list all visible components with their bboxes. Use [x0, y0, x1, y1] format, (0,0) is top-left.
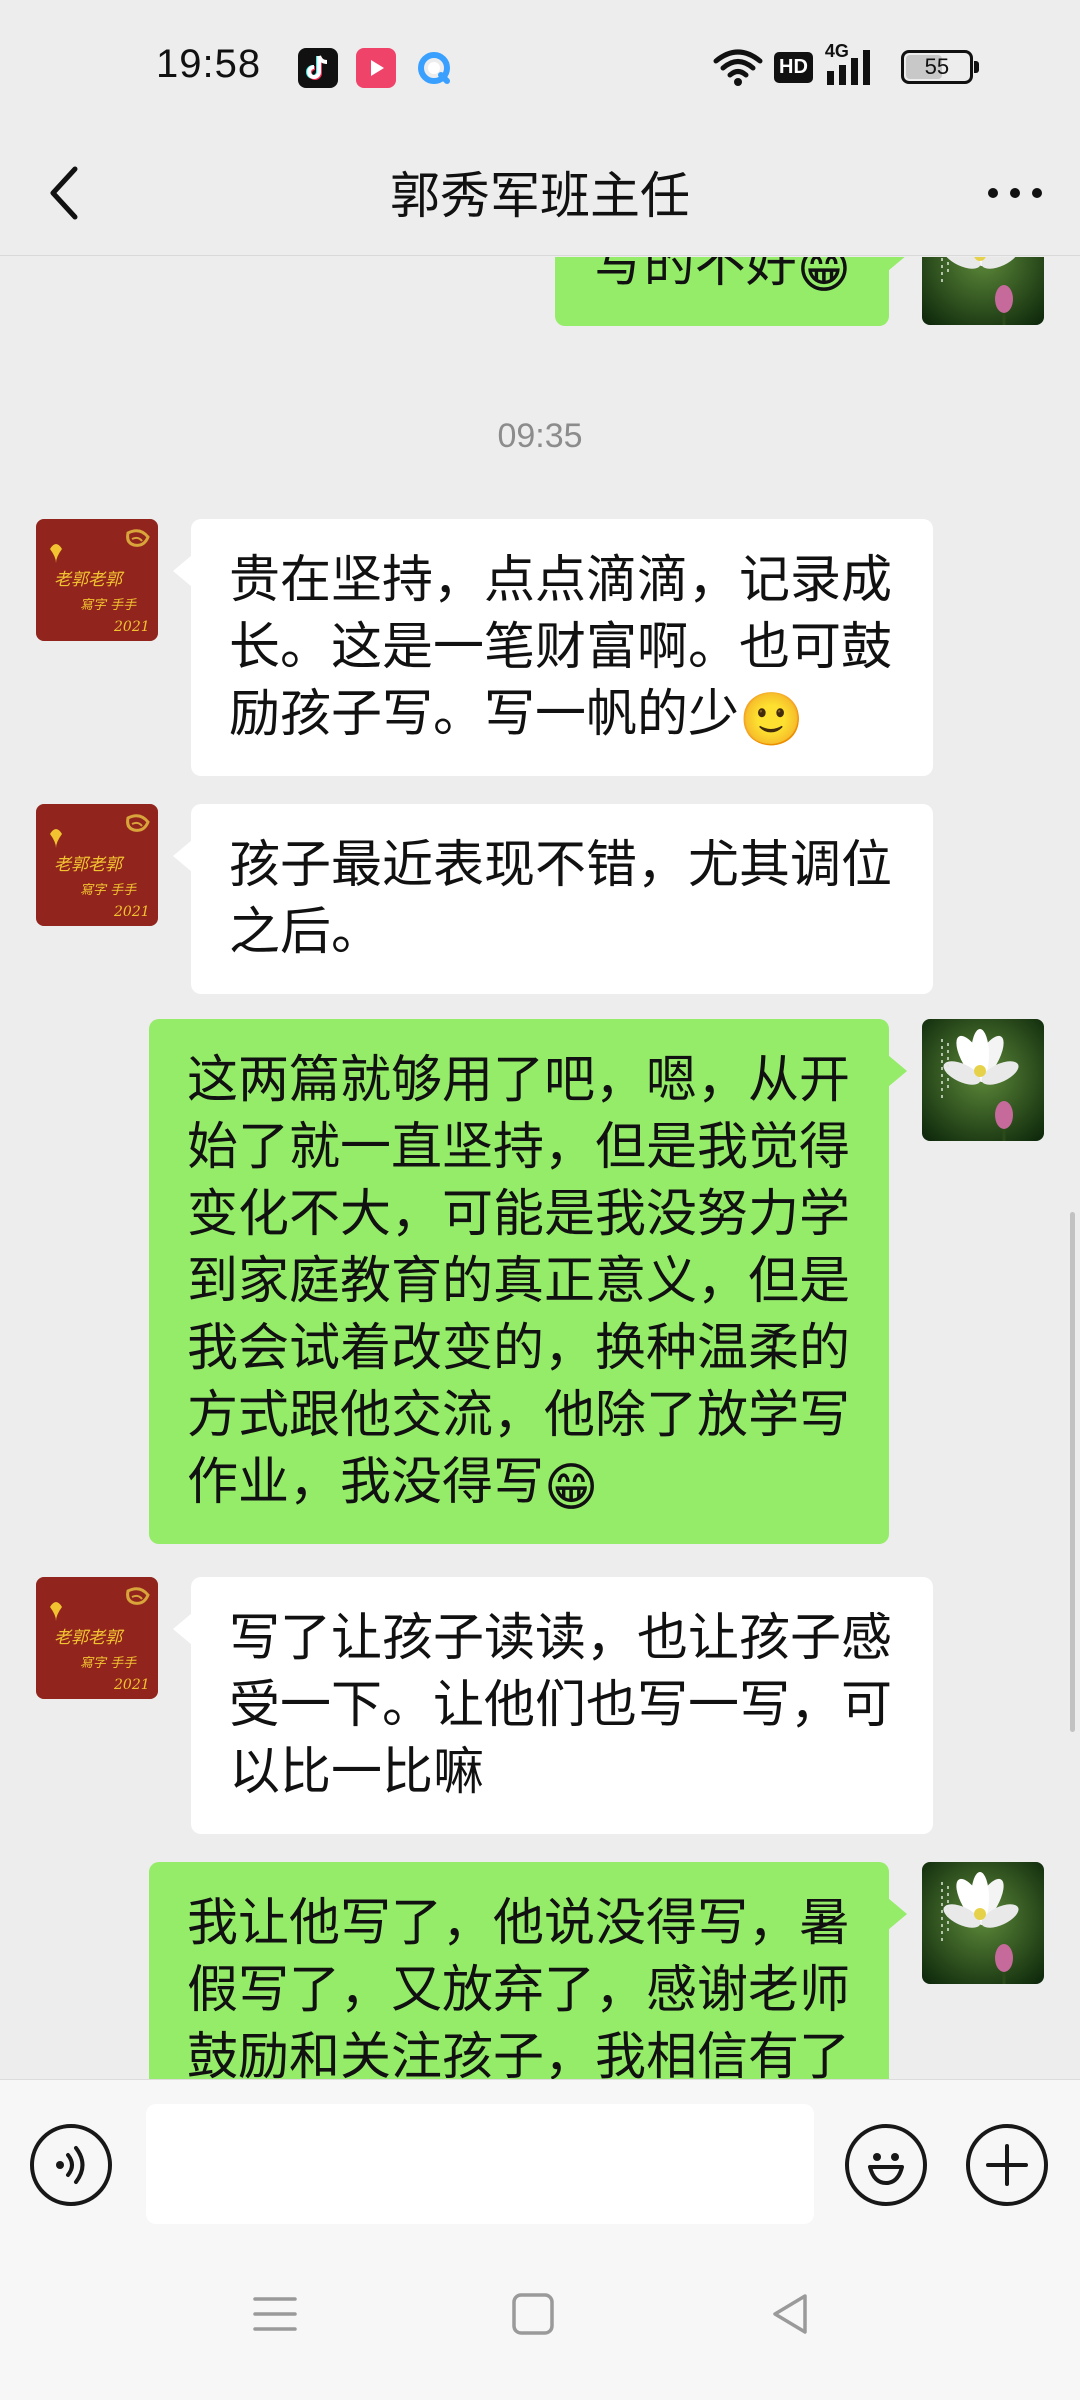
message-bubble[interactable]: 写的不好😁 — [554, 257, 908, 326]
message-bubble[interactable]: 写了让孩子读读，也让孩子感受一下。让他们也写一写，可以比一比嘛 — [173, 1577, 933, 1834]
message-text: 孩子最近表现不错，尤其调位之后。 — [229, 836, 893, 962]
svg-text:2021: 2021 — [113, 619, 150, 635]
message-text: 我让他写了，他说没得写，暑假写了，又放弃了，感谢老师鼓励和关注孩子，我相信有了 — [187, 1894, 851, 2079]
svg-text:老郭老郭: 老郭老郭 — [54, 1628, 125, 1648]
message-text: 这两篇就够用了吧，嗯，从开始了就一直坚持，但是我觉得变化不大，可能是我没努力学到… — [187, 1051, 851, 1512]
more-options-button[interactable] — [980, 158, 1050, 228]
grin-emoji: 😁 — [796, 257, 851, 300]
calligraphy-avatar-image: 老郭老郭 寫字 手手 2021 — [36, 1577, 158, 1699]
chat-title: 郭秀军班主任 — [390, 167, 690, 225]
chat-messages[interactable]: 写的不好😁 09:35 老郭老郭 寫字 手手 2021 贵在坚持，点点滴滴，记录… — [0, 257, 1080, 2079]
timestamp: 09:35 — [497, 417, 583, 455]
self-avatar[interactable] — [922, 1019, 1044, 1141]
svg-text:2021: 2021 — [113, 1677, 150, 1693]
status-bar: 19:58 HD 4G 55 — [0, 0, 1080, 130]
wifi-icon — [713, 49, 763, 86]
contact-avatar[interactable]: 老郭老郭 寫字 手手 2021 — [36, 1577, 158, 1699]
message-text: 写的不好 — [592, 257, 797, 294]
svg-text:寫字 手手: 寫字 手手 — [80, 882, 137, 898]
back-nav-button[interactable] — [745, 2269, 835, 2359]
self-avatar[interactable] — [922, 257, 1044, 325]
lotus-avatar-image — [922, 1862, 1044, 1984]
triangle-back-icon — [773, 2294, 807, 2334]
lotus-avatar-image — [922, 1019, 1044, 1141]
status-indicators: HD 4G 55 — [712, 41, 979, 92]
scrollbar[interactable] — [1070, 1212, 1075, 1732]
voice-button[interactable] — [30, 2124, 112, 2206]
voice-icon — [56, 2146, 85, 2184]
signal-indicator: 4G — [825, 41, 881, 87]
svg-text:老郭老郭: 老郭老郭 — [54, 570, 125, 590]
svg-text:寫字 手手: 寫字 手手 — [80, 597, 137, 613]
message-bubble[interactable]: 贵在坚持，点点滴滴，记录成长。这是一笔财富啊。也可鼓励孩子写。写一帆的少🙂 — [173, 519, 933, 776]
contact-avatar[interactable]: 老郭老郭 寫字 手手 2021 — [36, 804, 158, 926]
input-bar — [0, 2079, 1080, 2229]
smile-emoji: 🙂 — [739, 690, 804, 750]
message-bubble[interactable]: 这两篇就够用了吧，嗯，从开始了就一直坚持，但是我觉得变化不大，可能是我没努力学到… — [149, 1019, 907, 1544]
calligraphy-avatar-image: 老郭老郭 寫字 手手 2021 — [36, 519, 158, 641]
svg-text:老郭老郭: 老郭老郭 — [54, 855, 125, 875]
message-bubble[interactable]: 孩子最近表现不错，尤其调位之后。 — [173, 804, 933, 994]
tiktok-icon — [298, 48, 338, 88]
grin-emoji: 😁 — [544, 1458, 599, 1518]
emoji-button[interactable] — [845, 2124, 927, 2206]
svg-text:2021: 2021 — [113, 904, 150, 920]
status-time: 19:58 — [156, 42, 262, 86]
battery-level: 55 — [924, 54, 950, 79]
self-avatar[interactable] — [922, 1862, 1044, 1984]
video-app-icon — [356, 48, 396, 88]
calligraphy-avatar-image: 老郭老郭 寫字 手手 2021 — [36, 804, 158, 926]
plus-icon — [986, 2144, 1028, 2186]
more-icon — [988, 188, 1042, 198]
square-icon — [512, 2293, 554, 2335]
home-button[interactable] — [488, 2269, 578, 2359]
contact-avatar[interactable]: 老郭老郭 寫字 手手 2021 — [36, 519, 158, 641]
message-input[interactable] — [146, 2104, 814, 2224]
battery-icon: 55 — [900, 50, 979, 84]
signal-bars-icon — [826, 50, 870, 85]
recent-apps-button[interactable] — [230, 2269, 320, 2359]
system-navigation-bar — [0, 2229, 1080, 2400]
svg-text:寫字 手手: 寫字 手手 — [80, 1655, 137, 1671]
browser-app-icon — [414, 48, 454, 88]
menu-icon — [253, 2297, 297, 2331]
lotus-avatar-image — [922, 257, 1044, 325]
more-functions-button[interactable] — [966, 2124, 1048, 2206]
message-bubble[interactable]: 我让他写了，他说没得写，暑假写了，又放弃了，感谢老师鼓励和关注孩子，我相信有了 — [149, 1862, 907, 2079]
smiley-icon — [868, 2153, 904, 2185]
hd-badge: HD — [774, 51, 813, 83]
message-text: 写了让孩子读读，也让孩子感受一下。让他们也写一写，可以比一比嘛 — [229, 1609, 893, 1802]
chat-header: 郭秀军班主任 — [0, 130, 1080, 256]
